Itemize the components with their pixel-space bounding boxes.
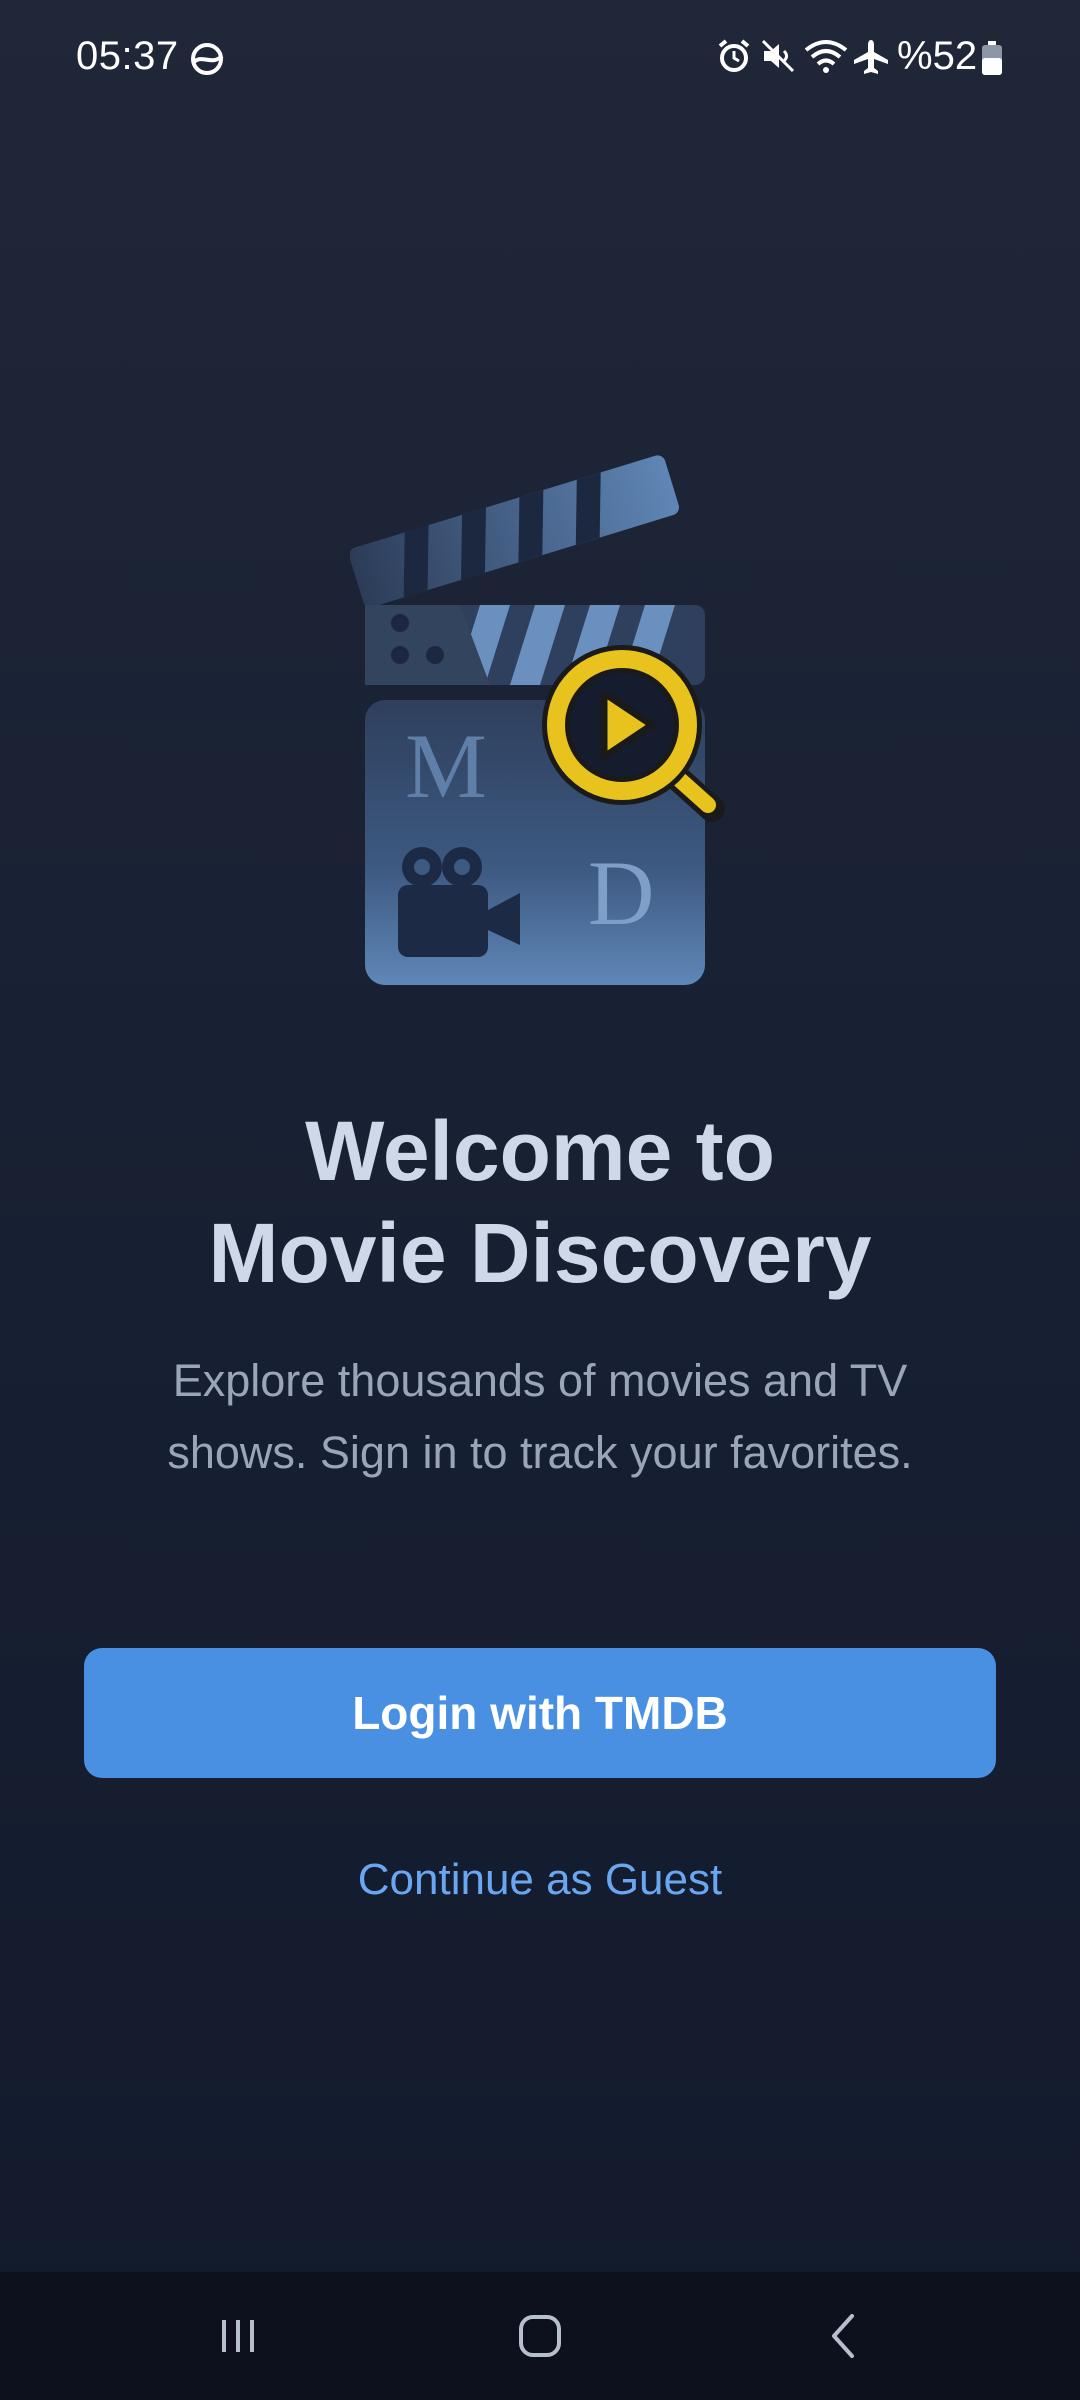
recent-apps-button[interactable] — [158, 2272, 318, 2400]
home-icon — [519, 2315, 561, 2357]
welcome-subtitle-line1: Explore thousands of movies and TV — [172, 1355, 908, 1406]
battery-percent: %52 — [897, 34, 978, 78]
recent-apps-icon — [222, 2320, 254, 2352]
sync-icon — [191, 43, 224, 75]
welcome-subtitle: Explore thousands of movies and TV shows… — [110, 1345, 970, 1489]
welcome-subtitle-line2: shows. Sign in to track your favorites. — [167, 1427, 913, 1478]
mute-icon — [761, 39, 795, 73]
back-button[interactable] — [764, 2272, 924, 2400]
airplane-icon — [854, 40, 888, 74]
welcome-title-line2: Movie Discovery — [208, 1206, 872, 1300]
logo-letter-m: M — [405, 715, 487, 817]
logo-letter-d: D — [588, 842, 655, 944]
login-with-tmdb-button[interactable]: Login with TMDB — [84, 1648, 996, 1778]
battery-icon — [982, 41, 1002, 75]
status-time: 05:37 — [76, 34, 179, 78]
back-icon — [832, 2314, 854, 2358]
system-nav-bar — [0, 2272, 1080, 2400]
continue-as-guest-link[interactable]: Continue as Guest — [0, 1855, 1080, 1905]
welcome-title: Welcome to Movie Discovery — [0, 1100, 1080, 1304]
home-button[interactable] — [460, 2272, 620, 2400]
welcome-title-line1: Welcome to — [305, 1104, 775, 1198]
app-logo: M D — [349, 455, 730, 995]
alarm-icon — [718, 39, 750, 72]
status-bar: 05:37 %52 — [0, 0, 1080, 120]
wifi-icon — [804, 40, 848, 73]
